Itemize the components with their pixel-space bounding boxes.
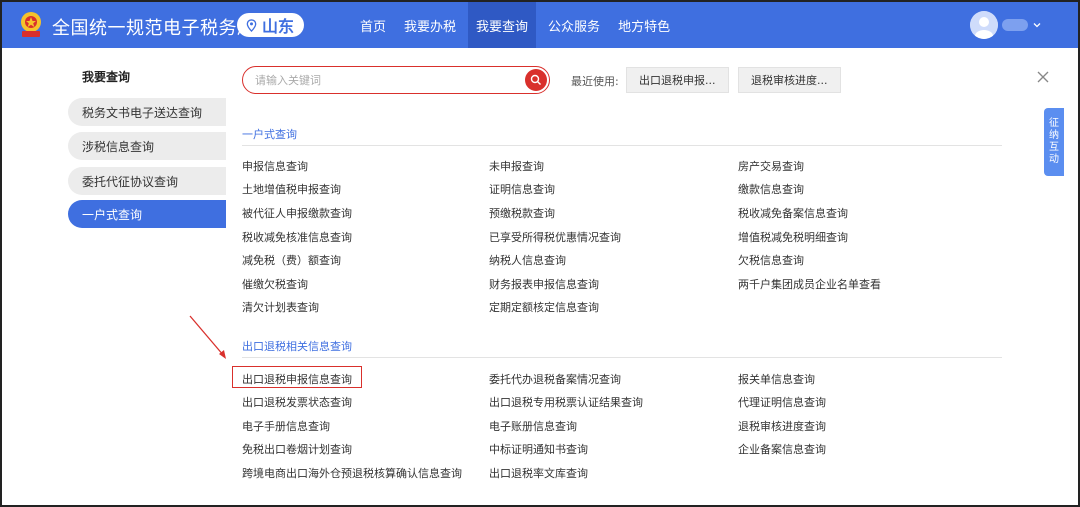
link-entrusted-refund-filing[interactable]: 委托代办退税备案情况查询	[489, 371, 621, 387]
link-group-members[interactable]: 两千户集团成员企业名单查看	[738, 276, 881, 292]
sidebar-item-document-delivery[interactable]: 税务文书电子送达查询	[68, 98, 226, 126]
link-income-tax-benefit[interactable]: 已享受所得税优惠情况查询	[489, 229, 621, 245]
link-reduction-filing[interactable]: 税收减免备案信息查询	[738, 205, 848, 221]
link-refund-audit-progress[interactable]: 退税审核进度查询	[738, 418, 826, 434]
side-tab-char: 征	[1049, 118, 1059, 129]
link-land-vat-declaration[interactable]: 土地增值税申报查询	[242, 181, 341, 197]
user-avatar-icon[interactable]	[970, 11, 998, 39]
nav-public-service[interactable]: 公众服务	[542, 2, 606, 48]
sidebar-title: 我要查询	[82, 70, 131, 84]
link-prepaid-tax[interactable]: 预缴税款查询	[489, 205, 555, 221]
user-menu[interactable]	[970, 11, 1042, 39]
link-enterprise-filing[interactable]: 企业备案信息查询	[738, 441, 826, 457]
link-refund-receipt-auth[interactable]: 出口退税专用税票认证结果查询	[489, 394, 643, 410]
search-box	[242, 66, 550, 94]
search-button[interactable]	[525, 69, 547, 91]
link-refund-rate-library[interactable]: 出口退税率文库查询	[489, 465, 588, 481]
site-title: 全国统一规范电子税务局	[52, 18, 256, 39]
link-property-trade[interactable]: 房产交易查询	[738, 158, 804, 174]
nav-query[interactable]: 我要查询	[468, 2, 537, 48]
sidebar-item-one-household[interactable]: 一户式查询	[68, 200, 226, 228]
red-arrow-icon	[189, 315, 226, 359]
link-agency-certificate[interactable]: 代理证明信息查询	[738, 394, 826, 410]
search-input[interactable]	[255, 71, 515, 89]
province-selector[interactable]: 山东	[237, 13, 305, 37]
top-bar: 全国统一规范电子税务局 山东 首页 我要办税 我要查询 公众服务 地方特色	[2, 2, 1078, 48]
location-pin-icon	[246, 18, 257, 32]
sidebar: 我要查询 税务文书电子送达查询 涉税信息查询 委托代征协议查询 一户式查询	[2, 48, 228, 505]
link-payment-info[interactable]: 缴款信息查询	[738, 181, 804, 197]
recent-label: 最近使用:	[571, 75, 619, 88]
search-icon	[530, 74, 541, 85]
link-arrears-info[interactable]: 欠税信息查询	[738, 252, 804, 268]
section-title-one-household: 一户式查询	[242, 128, 297, 141]
link-financial-report[interactable]: 财务报表申报信息查询	[489, 276, 599, 292]
link-arrears-collection[interactable]: 催缴欠税查询	[242, 276, 308, 292]
link-taxpayer-info[interactable]: 纳税人信息查询	[489, 252, 566, 268]
section-divider	[242, 145, 1002, 146]
recent-export-refund[interactable]: 出口退税申报...	[626, 67, 729, 93]
link-export-refund-declaration[interactable]: 出口退税申报信息查询	[242, 371, 352, 387]
recent-refund-progress[interactable]: 退税审核进度...	[738, 67, 841, 93]
query-panel: 最近使用: 出口退税申报... 退税审核进度... 一户式查询 申报信息查询 未…	[228, 48, 1078, 505]
chevron-down-icon[interactable]	[1032, 20, 1042, 30]
link-electronic-manual[interactable]: 电子手册信息查询	[242, 418, 330, 434]
link-entrusted-payment[interactable]: 被代征人申报缴款查询	[242, 205, 352, 221]
nav-tax-handling[interactable]: 我要办税	[398, 2, 462, 48]
link-fixed-quota[interactable]: 定期定额核定信息查询	[489, 299, 599, 315]
link-cross-border-warehouse[interactable]: 跨境电商出口海外仓预退税核算确认信息查询	[242, 465, 462, 481]
link-vat-reduction-detail[interactable]: 增值税减免税明细查询	[738, 229, 848, 245]
interaction-side-tab[interactable]: 征 纳 互 动	[1044, 108, 1064, 176]
link-arrears-plan[interactable]: 清欠计划表查询	[242, 299, 319, 315]
link-cigarette-plan[interactable]: 免税出口卷烟计划查询	[242, 441, 352, 457]
account-toggle[interactable]	[1002, 19, 1028, 31]
close-icon[interactable]	[1036, 70, 1050, 84]
section-title-export-refund: 出口退税相关信息查询	[242, 340, 352, 353]
link-refund-invoice-status[interactable]: 出口退税发票状态查询	[242, 394, 352, 410]
side-tab-char: 互	[1049, 142, 1059, 153]
side-tab-char: 纳	[1049, 130, 1059, 141]
link-electronic-ledger[interactable]: 电子账册信息查询	[489, 418, 577, 434]
emblem-icon	[21, 12, 41, 37]
province-label: 山东	[262, 17, 295, 36]
section-divider	[242, 357, 1002, 358]
link-certificate-info[interactable]: 证明信息查询	[489, 181, 555, 197]
link-declaration-info[interactable]: 申报信息查询	[242, 158, 308, 174]
main-nav: 首页 我要办税 我要查询 公众服务 地方特色	[354, 2, 682, 48]
sidebar-item-entrusted-agreement[interactable]: 委托代征协议查询	[68, 167, 226, 195]
link-undeclared[interactable]: 未申报查询	[489, 158, 544, 174]
nav-local-features[interactable]: 地方特色	[612, 2, 676, 48]
link-tax-fee-reduction[interactable]: 减免税（费）额查询	[242, 252, 341, 268]
link-reduction-approval[interactable]: 税收减免核准信息查询	[242, 229, 352, 245]
nav-home[interactable]: 首页	[354, 2, 392, 48]
link-bid-notice[interactable]: 中标证明通知书查询	[489, 441, 588, 457]
sidebar-item-tax-info[interactable]: 涉税信息查询	[68, 132, 226, 160]
link-customs-declaration[interactable]: 报关单信息查询	[738, 371, 815, 387]
app-window: 全国统一规范电子税务局 山东 首页 我要办税 我要查询 公众服务 地方特色 我要…	[0, 0, 1080, 507]
side-tab-char: 动	[1049, 154, 1059, 165]
